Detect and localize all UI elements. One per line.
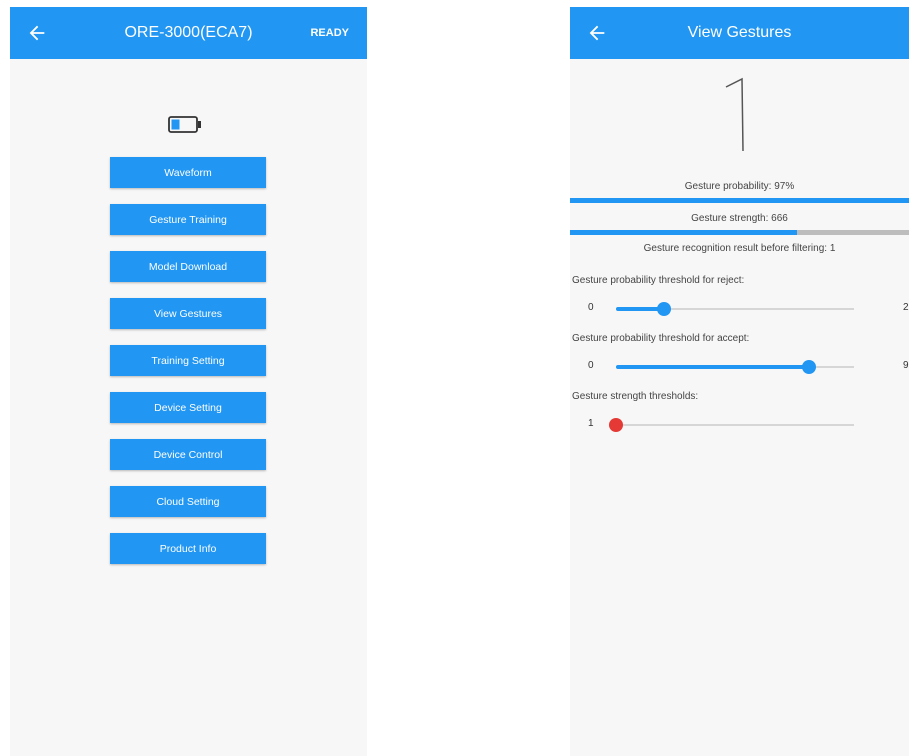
slider-max-value: 9 (903, 360, 909, 371)
gesture-probability-fill (570, 198, 909, 203)
slider-label: Gesture probability threshold for reject… (572, 275, 745, 286)
slider-thumb[interactable] (656, 302, 671, 316)
menu-button-model-download[interactable]: Model Download (110, 251, 266, 282)
menu-button-waveform[interactable]: Waveform (110, 157, 266, 188)
page-title: View Gestures (687, 24, 792, 41)
menu-button-view-gestures[interactable]: View Gestures (110, 298, 266, 329)
menu-list: Waveform Gesture Training Model Download Vi… (110, 157, 266, 580)
menu-button-gesture-training[interactable]: Gesture Training (110, 204, 266, 235)
threshold-slider[interactable] (616, 360, 854, 374)
recognition-result-text: Gesture recognition result before filter… (643, 243, 836, 254)
menu-button-product-info[interactable]: Product Info (110, 533, 266, 564)
slider-min-value: 0 (588, 360, 594, 371)
view-gestures-screen: View Gestures Gesture probability: 97% G… (570, 7, 909, 756)
gesture-strength-fill (570, 230, 798, 235)
ready-button[interactable]: READY (310, 27, 349, 39)
app-bar: View Gestures (570, 7, 909, 59)
gesture-one-glyph (725, 77, 744, 152)
threshold-slider[interactable] (609, 418, 854, 432)
slider-active-track (616, 365, 809, 369)
gesture-strength-text: Gesture strength: 666 (691, 213, 788, 224)
threshold-slider[interactable] (616, 302, 854, 316)
gesture-strength-bar (570, 230, 909, 235)
slider-min-value: 1 (588, 418, 594, 429)
main-menu-screen: ORE-3000(ECA7) READY Waveform Gesture Tra… (10, 7, 367, 756)
gesture-probability-text: Gesture probability: 97% (684, 181, 795, 192)
menu-button-cloud-setting[interactable]: Cloud Setting (110, 486, 266, 517)
slider-min-value: 0 (588, 302, 594, 313)
slider-label: Gesture probability threshold for accept… (572, 333, 750, 344)
slider-thumb[interactable] (801, 360, 816, 374)
menu-button-device-control[interactable]: Device Control (110, 439, 266, 470)
app-bar: ORE-3000(ECA7) READY (10, 7, 367, 59)
battery-low-icon (168, 116, 201, 133)
menu-button-device-setting[interactable]: Device Setting (110, 392, 266, 423)
slider-max-value: 2 (903, 302, 909, 313)
gesture-probability-bar (570, 198, 909, 203)
slider-label: Gesture strength thresholds: (572, 391, 699, 402)
menu-button-training-setting[interactable]: Training Setting (110, 345, 266, 376)
slider-thumb[interactable] (609, 418, 623, 432)
